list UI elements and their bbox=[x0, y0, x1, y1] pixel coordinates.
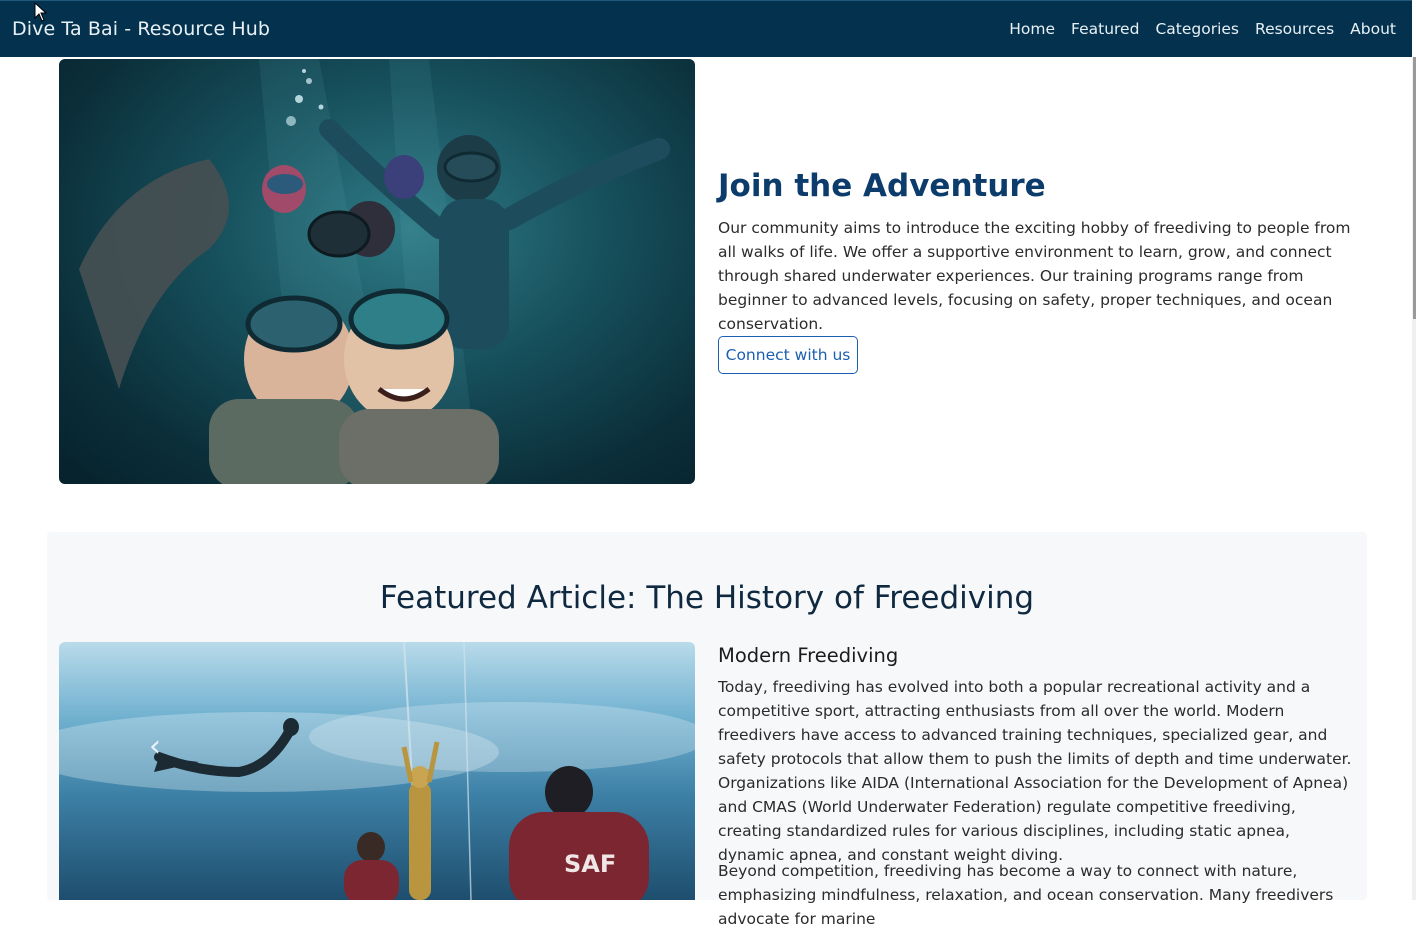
connect-with-us-button[interactable]: Connect with us bbox=[718, 336, 858, 374]
site-brand[interactable]: Dive Ta Bai - Resource Hub bbox=[12, 18, 270, 40]
featured-article-section: Featured Article: The History of Freediv… bbox=[47, 532, 1367, 928]
nav-link-categories[interactable]: Categories bbox=[1147, 20, 1247, 38]
modern-freediving-paragraph-2: Beyond competition, freediving has becom… bbox=[718, 862, 1334, 928]
featured-article-heading: Featured Article: The History of Freediv… bbox=[379, 580, 1035, 616]
nav-links: Home Featured Categories Resources About bbox=[1001, 20, 1400, 38]
join-description: Our community aims to introduce the exci… bbox=[718, 219, 1351, 333]
featured-carousel[interactable]: SAF bbox=[59, 642, 695, 900]
carousel-prev-icon[interactable]: ‹ bbox=[135, 729, 175, 764]
nav-link-featured[interactable]: Featured bbox=[1063, 20, 1147, 38]
mouse-cursor-icon bbox=[34, 2, 48, 22]
nav-link-about[interactable]: About bbox=[1342, 20, 1400, 38]
freediving-history-photo: SAF bbox=[59, 642, 695, 900]
freedivers-group-photo bbox=[59, 59, 695, 484]
modern-freediving-heading: Modern Freediving bbox=[718, 644, 899, 667]
nav-link-resources[interactable]: Resources bbox=[1247, 20, 1342, 38]
group-photo-illustration bbox=[79, 59, 670, 484]
nav-link-home[interactable]: Home bbox=[1001, 20, 1063, 38]
join-heading: Join the Adventure bbox=[718, 168, 1046, 204]
top-navbar: Dive Ta Bai - Resource Hub Home Featured… bbox=[0, 0, 1412, 57]
svg-text:SAF: SAF bbox=[564, 850, 616, 878]
modern-freediving-paragraph-1: Today, freediving has evolved into both … bbox=[718, 678, 1352, 864]
